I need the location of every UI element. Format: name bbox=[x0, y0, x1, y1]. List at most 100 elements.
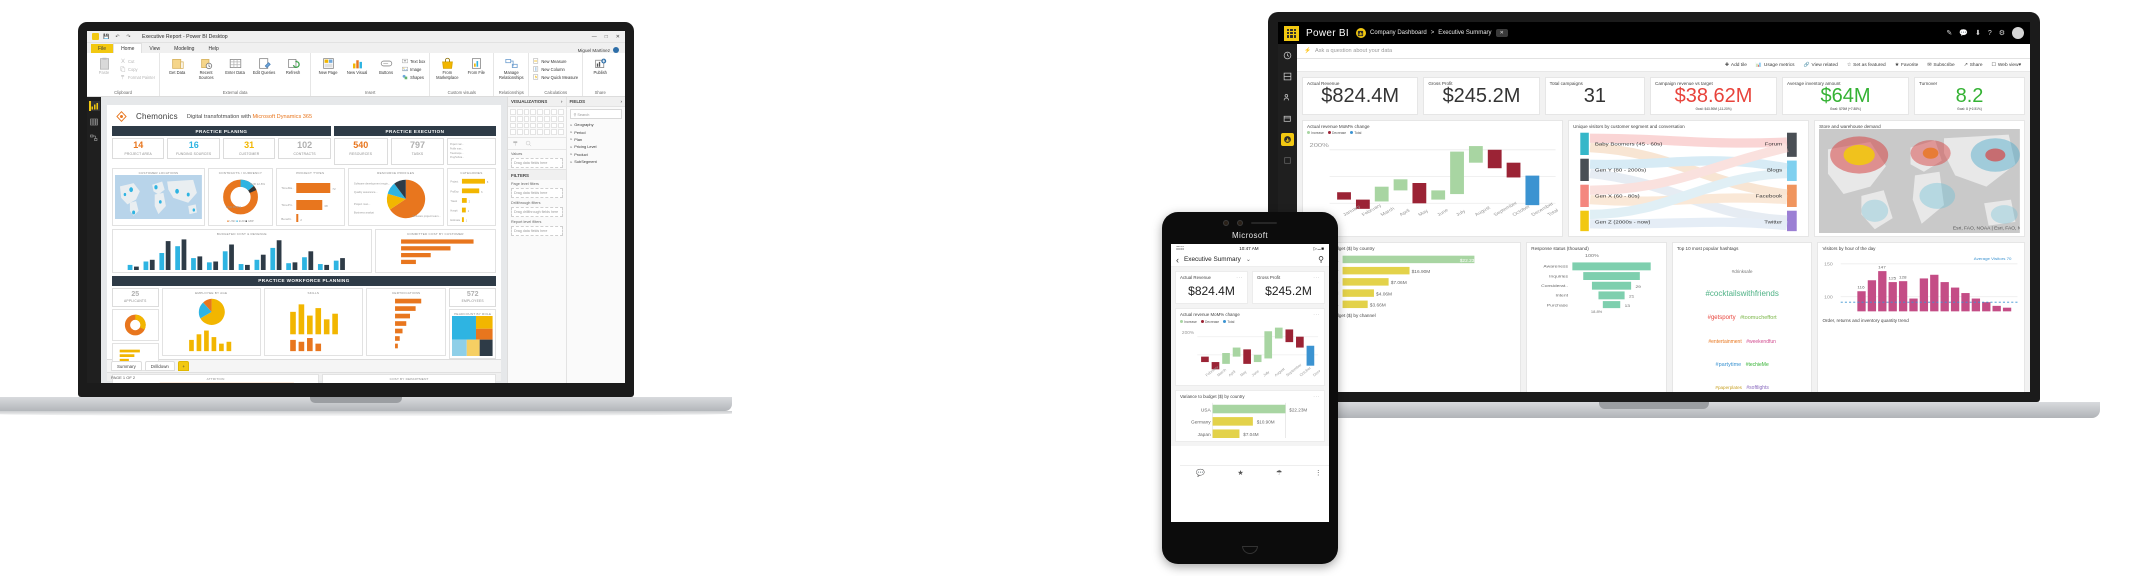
ribbon-tab-help[interactable]: Help bbox=[201, 44, 225, 53]
viz-type-stacked-area[interactable] bbox=[510, 115, 516, 122]
service-brand[interactable]: Power BI bbox=[1306, 28, 1349, 39]
enter-data-button[interactable]: Enter Data bbox=[222, 57, 248, 76]
comment-icon[interactable]: 💬 bbox=[1959, 29, 1968, 37]
set-as-featured-button[interactable]: ☆ Set as featured bbox=[1847, 63, 1886, 68]
favorites-icon[interactable]: ★ bbox=[1237, 469, 1243, 477]
kpi-card[interactable]: 31 CUSTOMER bbox=[222, 138, 276, 159]
back-button[interactable]: ‹ bbox=[1176, 255, 1179, 265]
profile-icon[interactable]: ☂ bbox=[1276, 469, 1282, 477]
viz-type-100-column[interactable] bbox=[544, 109, 550, 115]
viz-type-line-clustered-column[interactable] bbox=[523, 115, 530, 122]
help-icon[interactable]: ? bbox=[1988, 30, 1992, 37]
field-item-plan[interactable]: ▸ Plan bbox=[567, 136, 626, 143]
new-measure-button[interactable]: New Measure bbox=[533, 58, 578, 64]
visual-categories[interactable]: CATEGORIES Project 8 ProExp 6 Travel 2 Hosp… bbox=[446, 167, 496, 226]
analytics-magnifier-icon[interactable] bbox=[525, 140, 532, 147]
new-page-button[interactable]: New Page bbox=[315, 57, 341, 76]
get-data-button[interactable]: Get Data bbox=[164, 57, 190, 76]
phone-tile-actual-revenue[interactable]: ··· Actual Revenue $824.4M bbox=[1175, 271, 1248, 304]
ribbon-tab-view[interactable]: View bbox=[142, 44, 167, 53]
refresh-button[interactable]: Refresh bbox=[280, 57, 306, 76]
image-button[interactable]: Image bbox=[402, 66, 425, 72]
viz-type-table[interactable] bbox=[516, 129, 523, 136]
visual-committed-cost-by-customer[interactable]: COMMITTED COST BY CUSTOMER bbox=[374, 228, 496, 273]
tile-actual-revenue[interactable]: Actual Revenue $824.4M bbox=[1302, 77, 1419, 115]
kpi-card[interactable]: 16 FUNDING SOURCES bbox=[167, 138, 220, 159]
tile-campaign-revenue-vs-target[interactable]: Campaign revenue vs target $38.62M Goal:… bbox=[1650, 77, 1778, 115]
viz-type-map[interactable] bbox=[516, 122, 523, 129]
viz-type-r-script[interactable] bbox=[530, 129, 537, 136]
settings-icon[interactable]: ⚙ bbox=[1999, 29, 2005, 37]
subscribe-button[interactable]: ✉ Subscribe bbox=[1927, 63, 1954, 68]
ribbon-tab-home[interactable]: Home bbox=[113, 43, 143, 53]
viz-type-line-stacked-column[interactable] bbox=[516, 115, 523, 122]
add-page-button[interactable]: + bbox=[177, 361, 190, 371]
apps-icon[interactable] bbox=[1281, 112, 1294, 125]
page-tab-drilldown[interactable]: Drilldown bbox=[144, 361, 175, 371]
tile-more-icon[interactable]: ··· bbox=[1236, 275, 1243, 281]
viz-type-slicer[interactable] bbox=[510, 129, 516, 136]
field-item-subsegment[interactable]: ▸ SubSegment bbox=[567, 158, 626, 165]
filter-drop-report-level[interactable]: Drag data fields here bbox=[511, 226, 563, 237]
visual-cost-by-department[interactable]: COST BY DEPARTMENT bbox=[322, 373, 496, 383]
visual-applicants-donut[interactable] bbox=[112, 308, 159, 341]
viz-type-100-bar[interactable] bbox=[523, 109, 530, 115]
tile-total-campaigns[interactable]: Total campaigns 31 bbox=[1544, 77, 1646, 115]
viz-type-clustered-bar[interactable] bbox=[516, 109, 523, 115]
field-item-geography[interactable]: ▸ Geography bbox=[567, 121, 626, 128]
buttons-button[interactable]: Buttons bbox=[373, 57, 399, 76]
shapes-button[interactable]: Shapes bbox=[402, 74, 425, 80]
minimize-button[interactable]: — bbox=[592, 34, 597, 40]
usage-metrics-button[interactable]: 📊 Usage metrics bbox=[1756, 63, 1795, 68]
format-painter-button[interactable]: Format Painter bbox=[120, 74, 155, 80]
shared-icon[interactable] bbox=[1281, 91, 1294, 104]
dashboard-icon[interactable] bbox=[1281, 133, 1294, 146]
edit-queries-button[interactable]: Edit Queries bbox=[251, 57, 277, 76]
viz-type-decomposition-tree[interactable] bbox=[550, 129, 557, 136]
app-launcher-icon[interactable] bbox=[1284, 25, 1299, 41]
manage-relationships-button[interactable]: Manage Relationships bbox=[498, 57, 524, 80]
qa-bar[interactable]: ⚡ Ask a question about your data bbox=[1297, 44, 2030, 59]
filter-drop-drillthrough[interactable]: Drag drillthrough fields here bbox=[511, 207, 563, 218]
tile-gross-profit[interactable]: Gross Profit $245.2M bbox=[1423, 77, 1540, 115]
report-view-button[interactable] bbox=[88, 101, 100, 111]
viz-type-gauge[interactable] bbox=[537, 122, 544, 129]
kpi-card[interactable]: 14 PROJECT AREA bbox=[112, 138, 165, 159]
viz-type-scatter[interactable] bbox=[544, 115, 550, 122]
download-icon[interactable]: ⬇ bbox=[1975, 29, 1981, 37]
view-related-button[interactable]: 🔗 View related bbox=[1804, 63, 1838, 68]
kpi-legend-card[interactable]: Project man... Profile man... Travel/exp… bbox=[447, 138, 496, 165]
from-marketplace-button[interactable]: From Marketplace bbox=[434, 57, 460, 80]
viz-type-matrix[interactable] bbox=[523, 129, 530, 136]
visual-headcount-treemap[interactable]: HEADCOUNT BY ROLE bbox=[449, 308, 496, 359]
visual-attrition[interactable]: ATTRITION bbox=[112, 373, 320, 383]
close-button[interactable]: ✕ bbox=[616, 34, 620, 40]
favorite-button[interactable]: ★ Favorite bbox=[1895, 63, 1919, 68]
breadcrumb-report[interactable]: Executive Summary bbox=[1438, 30, 1491, 36]
new-quick-measure-button[interactable]: New Quick Measure bbox=[533, 74, 578, 80]
viz-type-ribbon[interactable] bbox=[530, 115, 537, 122]
visual-certifications[interactable]: CERTIFICATIONS bbox=[365, 287, 447, 356]
chevron-down-icon[interactable]: ⌄ bbox=[1246, 256, 1251, 263]
data-view-button[interactable] bbox=[89, 117, 100, 127]
viz-type-filled-map[interactable] bbox=[523, 122, 530, 129]
viz-type-line[interactable] bbox=[550, 109, 557, 115]
tile-more-icon[interactable]: ··· bbox=[1313, 275, 1320, 281]
publish-button[interactable]: Publish bbox=[587, 57, 613, 76]
learn-icon[interactable] bbox=[1281, 154, 1294, 167]
avatar[interactable] bbox=[2012, 27, 2024, 39]
kpi-card-employees[interactable]: 572 EMPLOYEES bbox=[449, 287, 496, 307]
viz-type-waterfall[interactable] bbox=[537, 115, 544, 122]
tile-visitors-by-hour[interactable]: Visitors by hour of the day 150 100 116 … bbox=[1817, 242, 2025, 392]
tile-top-hashtags[interactable]: Top 10 most popular hashtags #drinksafe … bbox=[1671, 242, 1813, 392]
visual-project-types[interactable]: PROJECT TYPES TimeMa.. 72 TimePri.. 38 Ben… bbox=[275, 167, 345, 226]
field-item-pricing-level[interactable]: ▸ Pricing Level bbox=[567, 143, 626, 150]
cut-button[interactable]: Cut bbox=[120, 58, 155, 64]
visual-employee-by-age[interactable]: EMPLOYEE BY AGE bbox=[161, 287, 261, 356]
tile-response-status[interactable]: Response status (thousand) 100% Awarenes… bbox=[1526, 242, 1667, 392]
viz-type-pie[interactable] bbox=[550, 115, 557, 122]
undo-icon[interactable]: ↶ bbox=[114, 33, 121, 40]
workspaces-icon[interactable] bbox=[1281, 70, 1294, 83]
from-file-button[interactable]: From File bbox=[463, 57, 489, 76]
field-item-product[interactable]: ▸ Product bbox=[567, 151, 626, 158]
